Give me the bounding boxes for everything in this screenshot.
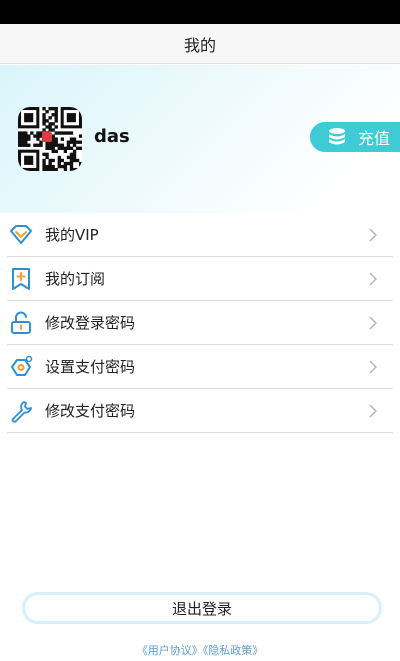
wrench-icon xyxy=(9,399,33,423)
chevron-right-icon xyxy=(369,316,377,330)
menu-item-label: 修改支付密码 xyxy=(45,402,136,420)
legal-links: 《用户协议》《隐私政策》 xyxy=(0,642,400,658)
menu-item-change-pay-password[interactable]: 修改支付密码 xyxy=(7,389,393,433)
title-bar: 我的 xyxy=(0,24,400,64)
menu-item-vip[interactable]: 我的VIP xyxy=(7,213,393,257)
logout-button[interactable]: 退出登录 xyxy=(22,592,382,624)
pay-settings-icon xyxy=(9,355,33,379)
recharge-button[interactable]: 充值 xyxy=(310,122,400,152)
status-bar xyxy=(0,0,400,24)
chevron-right-icon xyxy=(369,272,377,286)
menu-item-label: 我的订阅 xyxy=(45,270,106,288)
menu-item-label: 我的VIP xyxy=(45,226,99,244)
database-icon xyxy=(326,126,348,148)
avatar-qr-image xyxy=(18,107,82,171)
chevron-right-icon xyxy=(369,404,377,418)
recharge-label: 充值 xyxy=(358,129,391,148)
username: das xyxy=(94,126,130,147)
privacy-policy-link[interactable]: 《隐私政策》 xyxy=(203,644,264,657)
user-agreement-link[interactable]: 《用户协议》 xyxy=(137,644,203,657)
avatar[interactable] xyxy=(18,107,82,171)
bookmark-plus-icon xyxy=(9,267,33,291)
chevron-right-icon xyxy=(369,360,377,374)
profile-card: das 充值 xyxy=(0,65,400,213)
menu-list: 我的VIP 我的订阅 修改登录密码 设置支付密码 修改支付密码 xyxy=(0,213,400,433)
menu-item-set-pay-password[interactable]: 设置支付密码 xyxy=(7,345,393,389)
vip-diamond-icon xyxy=(9,223,33,247)
menu-item-change-login-password[interactable]: 修改登录密码 xyxy=(7,301,393,345)
page-title: 我的 xyxy=(183,35,216,55)
chevron-right-icon xyxy=(369,228,377,242)
menu-item-subscription[interactable]: 我的订阅 xyxy=(7,257,393,301)
menu-item-label: 设置支付密码 xyxy=(45,358,136,376)
unlock-icon xyxy=(9,311,33,335)
menu-item-label: 修改登录密码 xyxy=(45,314,136,332)
